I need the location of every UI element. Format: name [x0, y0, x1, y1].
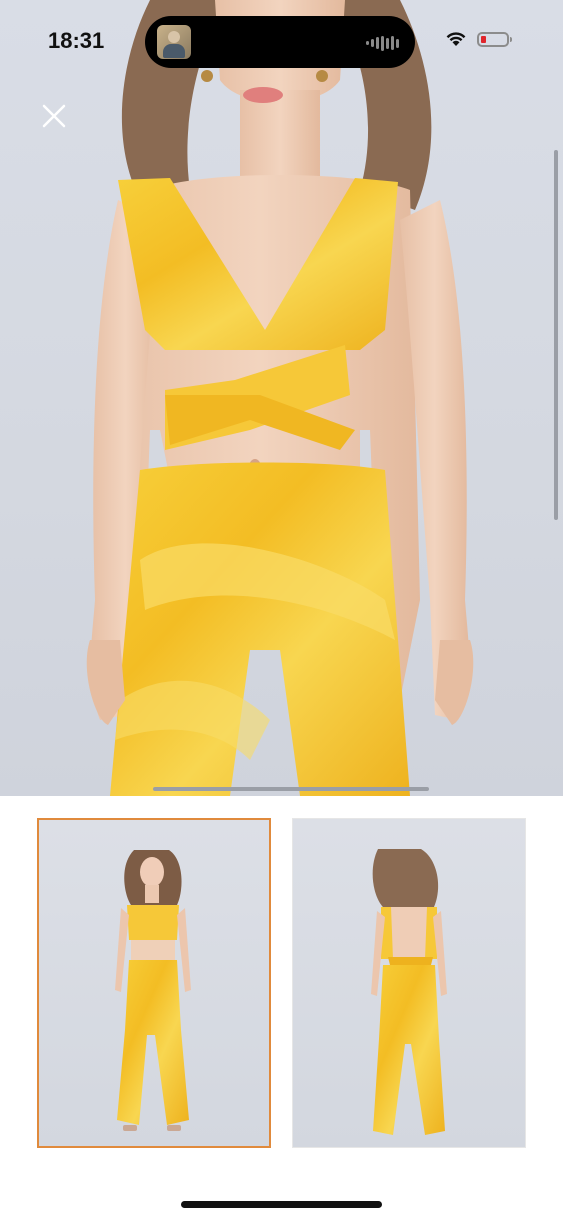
wifi-icon — [446, 32, 466, 46]
thumbnail-back-view[interactable] — [292, 818, 526, 1148]
thumbnail-back-photo — [371, 849, 447, 1135]
now-playing-thumbnail — [157, 25, 191, 59]
status-time: 18:31 — [48, 28, 105, 53]
thumbnail-front-view[interactable] — [37, 818, 271, 1148]
horizontal-scrollbar[interactable] — [153, 787, 429, 791]
thumbnail-front-photo — [115, 850, 191, 1131]
audio-waveform-icon — [366, 35, 399, 51]
dynamic-island[interactable] — [145, 16, 415, 68]
battery-low-icon — [477, 31, 512, 47]
close-icon — [42, 104, 66, 128]
close-button[interactable] — [40, 102, 68, 130]
product-main-photo — [86, 0, 474, 796]
product-image-viewer[interactable]: 18:31 — [0, 0, 563, 796]
home-indicator[interactable] — [181, 1201, 382, 1208]
vertical-scrollbar[interactable] — [554, 150, 558, 520]
